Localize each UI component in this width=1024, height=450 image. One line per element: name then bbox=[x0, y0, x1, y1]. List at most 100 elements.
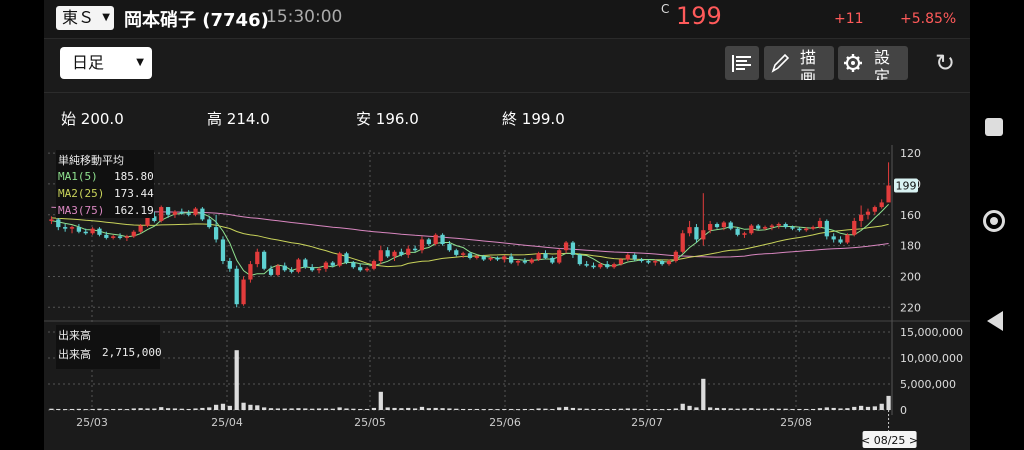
volume-bar bbox=[714, 407, 720, 410]
candle-body bbox=[515, 261, 521, 263]
x-tick-label: 25/04 bbox=[211, 416, 243, 429]
ma1-label: MA1(5) bbox=[58, 170, 98, 183]
candle-body bbox=[804, 228, 809, 231]
candle-body bbox=[220, 239, 226, 262]
square-icon[interactable] bbox=[985, 118, 1003, 136]
settings-button[interactable]: 設定 bbox=[838, 46, 908, 80]
y-tick-label: 180 bbox=[900, 240, 921, 253]
volume-bar bbox=[145, 408, 150, 410]
y-tick-label: 120 bbox=[900, 147, 921, 160]
candle-body bbox=[694, 227, 699, 240]
candle-body bbox=[76, 227, 82, 232]
period-label: 日足 bbox=[72, 53, 105, 72]
market-label: 東Ｓ bbox=[62, 8, 95, 27]
candle-body bbox=[591, 265, 596, 268]
candle-body bbox=[406, 248, 411, 255]
candle-body bbox=[323, 262, 329, 269]
volume-bar bbox=[783, 408, 788, 410]
current-price: 199 bbox=[676, 2, 722, 30]
volume-bar bbox=[419, 406, 425, 410]
candle-body bbox=[90, 228, 95, 234]
volume-bar bbox=[63, 409, 68, 411]
volume-bar bbox=[310, 408, 315, 410]
market-selector[interactable]: 東Ｓ ▼ bbox=[56, 6, 114, 30]
x-tick-label: 25/07 bbox=[631, 416, 663, 429]
volume-bar bbox=[159, 407, 164, 410]
candle-body bbox=[872, 207, 877, 212]
volume-bar bbox=[131, 408, 136, 410]
candle-body bbox=[529, 259, 534, 263]
ohlc-low-value: 196.0 bbox=[375, 110, 419, 128]
candle-body bbox=[481, 256, 486, 260]
settings-label: 設定 bbox=[874, 48, 891, 80]
volume-label: 出来高 bbox=[58, 348, 91, 361]
draw-button[interactable]: 描画 bbox=[764, 46, 834, 80]
volume-bar bbox=[440, 408, 445, 410]
candle-body bbox=[289, 270, 294, 272]
candle-body bbox=[728, 222, 733, 229]
volume-bar bbox=[666, 408, 672, 410]
volume-bar bbox=[721, 408, 727, 410]
stock-chart[interactable]: 25/03 25/04 25/05 25/06 25/07 25/08 220 200 180 1… bbox=[44, 145, 970, 450]
period-select[interactable]: 日足 ▼ bbox=[60, 47, 152, 79]
candle-body bbox=[639, 259, 644, 262]
volume-bar bbox=[172, 408, 178, 410]
volume-legend-title: 出来高 bbox=[58, 329, 91, 342]
indicator-list-button[interactable] bbox=[725, 46, 759, 80]
candle-body bbox=[399, 251, 404, 255]
refresh-icon[interactable]: ↻ bbox=[930, 48, 960, 78]
x-tick-label: 25/03 bbox=[76, 416, 108, 429]
candle-body bbox=[742, 233, 747, 235]
candle-body bbox=[632, 254, 637, 260]
volume-bar bbox=[598, 408, 603, 410]
candle-body bbox=[69, 227, 75, 229]
candle-body bbox=[570, 242, 576, 255]
candle-body bbox=[687, 227, 692, 234]
candle-body bbox=[886, 185, 891, 203]
price-prefix: C bbox=[661, 2, 670, 16]
volume-bar bbox=[804, 408, 809, 410]
volume-bar bbox=[412, 408, 418, 410]
candle-body bbox=[63, 227, 68, 229]
price-change-percent: +5.85% bbox=[900, 11, 957, 27]
candle-body bbox=[543, 253, 548, 258]
candle-body bbox=[646, 261, 651, 263]
candle-body bbox=[447, 244, 452, 251]
ma1-value: 185.80 bbox=[114, 170, 154, 183]
volume-bar bbox=[653, 408, 658, 410]
volume-bar bbox=[557, 407, 562, 410]
volume-bar bbox=[886, 395, 891, 410]
volume-bar bbox=[234, 350, 239, 410]
draw-label: 描画 bbox=[800, 48, 817, 80]
volume-bar bbox=[694, 407, 699, 410]
candle-body bbox=[111, 236, 116, 238]
volume-bar bbox=[124, 409, 130, 411]
volume-bar bbox=[879, 403, 884, 410]
candle-body bbox=[419, 239, 425, 251]
candle-body bbox=[56, 219, 61, 228]
volume-bar bbox=[56, 408, 61, 410]
candle-body bbox=[666, 261, 672, 265]
circle-icon[interactable] bbox=[983, 210, 1005, 232]
ohlc-open: 始 200.0 bbox=[61, 110, 124, 128]
back-icon[interactable] bbox=[987, 311, 1003, 331]
chart-app: 東Ｓ ▼ 岡本硝子 (7746) 15:30:00 C 199 +11 +5.8… bbox=[44, 0, 970, 450]
candle-body bbox=[790, 227, 795, 229]
x-tick-label: 25/06 bbox=[489, 416, 521, 429]
candle-body bbox=[268, 268, 274, 275]
volume-bar bbox=[515, 409, 521, 411]
candle-body bbox=[131, 231, 136, 237]
candle-body bbox=[385, 250, 390, 257]
volume-tick-label: 10,000,000 bbox=[900, 352, 963, 365]
volume-bar bbox=[282, 408, 287, 410]
volume-bar bbox=[529, 408, 534, 410]
volume-bar bbox=[364, 408, 370, 410]
volume-bar bbox=[76, 408, 82, 410]
volume-bar bbox=[790, 408, 795, 410]
volume-bar bbox=[316, 408, 322, 410]
volume-bar bbox=[481, 409, 486, 411]
candle-body bbox=[584, 264, 589, 266]
volume-bar bbox=[474, 408, 479, 410]
volume-bar bbox=[69, 408, 75, 410]
candle-body bbox=[598, 264, 603, 268]
